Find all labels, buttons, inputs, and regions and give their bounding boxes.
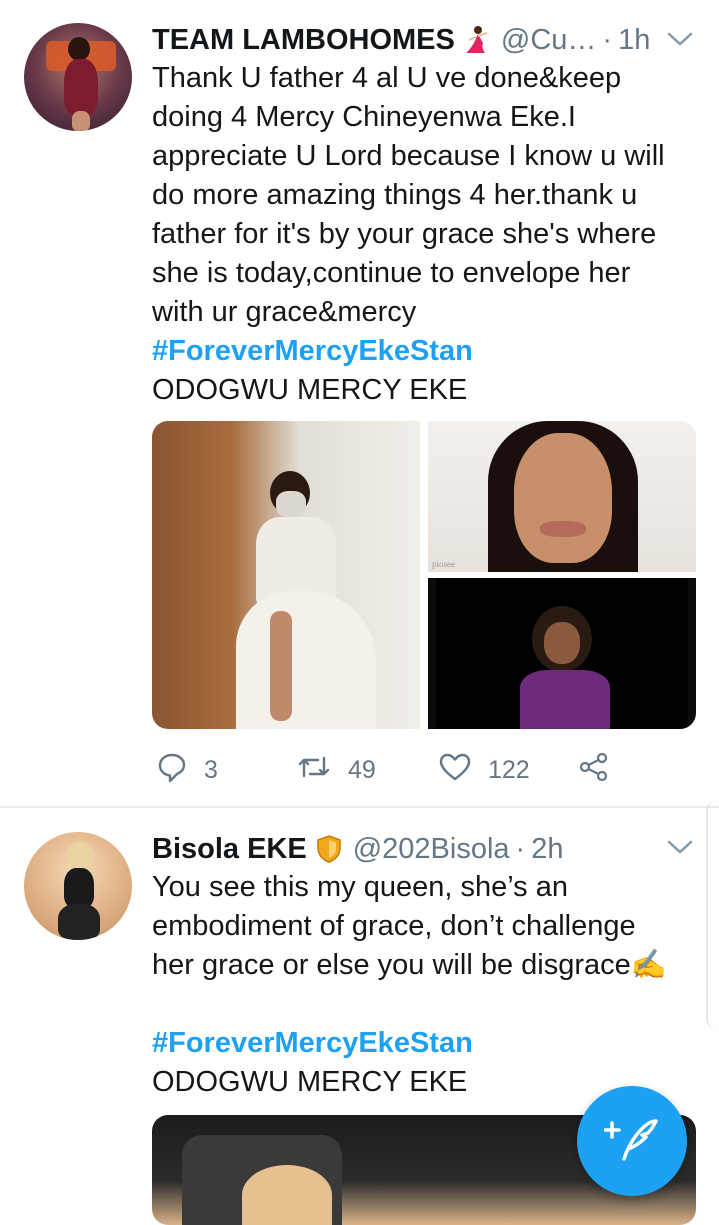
like-button[interactable]: 122 [438,748,530,792]
hashtag-link[interactable]: #ForeverMercyEkeStan [152,1024,692,1063]
text-line: her grace or else you will be disgrace✍️ [152,949,667,981]
text-line: do more amazing things 4 her.thank u [152,179,638,211]
watermark-text: piosee [432,559,455,569]
text-line: appreciate U Lord because I know u will [152,140,665,172]
retweet-count: 49 [348,755,376,784]
text-line: You see this my queen, she’s an [152,871,568,903]
share-button[interactable] [578,748,626,792]
share-icon [578,751,626,790]
text-line: with ur grace&mercy [152,296,417,328]
retweet-button[interactable]: 49 [296,748,376,792]
avatar[interactable] [24,832,132,940]
hashtag-link[interactable]: #ForeverMercyEkeStan [152,332,692,371]
like-count: 122 [488,755,530,784]
photo-portrait[interactable] [428,578,696,729]
chevron-down-icon[interactable] [665,28,695,50]
timestamp[interactable]: 1h [618,24,650,57]
separator-dot: · [602,23,613,56]
heart-icon [438,752,488,789]
display-name[interactable]: TEAM LAMBOHOMES [152,24,455,57]
chevron-down-icon[interactable] [665,836,695,858]
tweet-actions: 3 49 122 [152,748,672,792]
reply-icon [156,751,204,790]
text-line: father for it's by your grace she's wher… [152,218,657,250]
avatar[interactable] [24,23,132,131]
tweet-header: TEAM LAMBOHOMES @Cu… · 1h [152,22,682,58]
text-line: Thank U father 4 al U ve done&keep [152,62,622,94]
scroll-edge [706,800,719,1030]
photo-gown[interactable] [152,421,420,729]
tweet-text: You see this my queen, she’s an embodime… [152,868,692,1102]
text-line: embodiment of grace, don’t challenge [152,910,636,942]
reply-count: 3 [204,755,218,784]
retweet-icon [296,752,348,789]
dancer-emoji-icon [463,25,491,55]
compose-tweet-button[interactable] [577,1086,687,1196]
timestamp[interactable]: 2h [531,833,563,866]
display-name[interactable]: Bisola EKE [152,833,307,866]
shield-emoji-icon [315,834,343,864]
user-handle[interactable]: @202Bisola [353,833,510,866]
text-line: she is today,continue to envelope her [152,257,631,289]
tweet-header: Bisola EKE @202Bisola · 2h [152,831,682,867]
text-line: ODOGWU MERCY EKE [152,374,468,406]
text-line: doing 4 Mercy Chineyenwa Eke.I [152,101,576,133]
separator-dot: · [515,832,526,865]
media-grid[interactable]: piosee [152,421,696,729]
photo-closeup[interactable]: piosee [428,421,696,572]
tweet-text: Thank U father 4 al U ve done&keep doing… [152,59,692,410]
reply-button[interactable]: 3 [156,748,218,792]
user-handle[interactable]: @Cu… [501,24,597,57]
compose-feather-plus-icon [603,1113,660,1170]
